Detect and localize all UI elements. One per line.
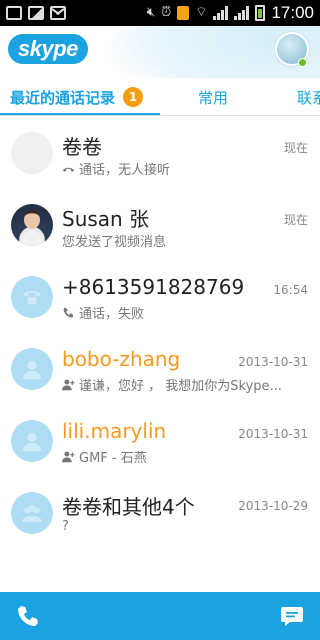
timestamp: 现在 [283, 141, 308, 155]
group-avatar-icon [21, 504, 43, 523]
tab-recent[interactable]: 最近的通话记录 1 [10, 78, 144, 115]
phone-icon [18, 606, 38, 626]
new-chat-button[interactable] [276, 600, 308, 632]
list-item[interactable]: Susan 张 现在 您发送了视频消息 [0, 189, 320, 261]
call-button[interactable] [12, 600, 44, 632]
timestamp: 16:54 [273, 283, 308, 297]
last-activity: 通话，失败 [62, 303, 144, 322]
list-item[interactable]: lili.marylin 2013-10-31 GMF - 石燕 [0, 405, 320, 477]
last-activity-text: 通话，失败 [79, 307, 145, 322]
last-activity-text: ? [62, 519, 69, 534]
person-avatar-icon [22, 360, 42, 380]
last-activity-text: 您发送了视频消息 [62, 235, 167, 250]
contact-name: Susan 张 [62, 207, 150, 231]
list-item[interactable]: +8613591828769 16:54 通话，失败 [0, 261, 320, 333]
contact-name: 卷卷和其他4个 [62, 495, 195, 519]
last-activity: GMF - 石燕 [62, 447, 147, 466]
clock: 17:00 [271, 3, 314, 22]
contact-request-icon [62, 379, 75, 391]
timestamp: 现在 [283, 213, 308, 227]
online-status-icon [298, 58, 307, 67]
avatar [11, 348, 53, 390]
signal-2-icon [234, 6, 250, 20]
list-item[interactable]: 卷卷和其他4个 2013-10-29 ? [0, 477, 320, 549]
mute-icon: 🔇︎ [146, 5, 156, 20]
signal-icon [213, 6, 229, 20]
contact-name: lili.marylin [62, 419, 167, 443]
status-bar: 🔇︎ ⏰︎ ⌔ 17:00 [0, 0, 320, 26]
tab-contacts[interactable]: 联系人 [297, 78, 320, 115]
notification-icon [6, 6, 22, 20]
missed-call-icon [62, 167, 75, 172]
avatar [11, 420, 53, 462]
last-activity: 通话，无人接听 [62, 159, 170, 178]
bottom-action-bar [0, 592, 320, 640]
contact-name: bobo-zhang [62, 347, 181, 371]
active-tab-indicator [0, 113, 160, 115]
tab-recent-label: 最近的通话记录 [10, 88, 116, 107]
last-activity: 您发送了视频消息 [62, 231, 166, 250]
contact-name: 卷卷 [62, 135, 102, 159]
timestamp: 2013-10-31 [238, 355, 308, 369]
tab-favorites[interactable]: 常用 [198, 78, 229, 115]
contact-request-icon [62, 451, 75, 463]
timestamp: 2013-10-29 [238, 499, 308, 513]
unread-badge: 1 [123, 87, 144, 107]
avatar [11, 204, 53, 246]
recent-conversations-list: 卷卷 现在 通话，无人接听 Susan 张 现在 您发送了视频消息 +86135… [0, 117, 320, 549]
tab-contacts-label: 联系人 [297, 88, 320, 107]
last-activity-text: GMF - 石燕 [79, 451, 147, 466]
last-activity: 谨谦，您好 ， 我想加你为Skype... [62, 375, 282, 394]
profile-photo [21, 210, 43, 244]
wifi-icon: ⌔ [195, 5, 208, 20]
call-failed-icon [63, 307, 74, 318]
mail-icon [50, 6, 66, 20]
image-notification-icon [28, 6, 44, 20]
timestamp: 2013-10-31 [238, 427, 308, 441]
avatar [11, 132, 53, 174]
avatar [11, 492, 53, 534]
last-activity: ? [62, 519, 69, 534]
tab-favorites-label: 常用 [198, 88, 229, 107]
avatar [11, 276, 53, 318]
app-header: skype [0, 26, 320, 78]
contact-name: +8613591828769 [62, 275, 245, 299]
tab-bar: 最近的通话记录 1 常用 联系人 [0, 78, 320, 116]
chat-bubble-icon [281, 607, 303, 626]
last-activity-text: 通话，无人接听 [79, 163, 171, 178]
app-notification-icon [177, 6, 190, 20]
list-item[interactable]: bobo-zhang 2013-10-31 谨谦，您好 ， 我想加你为Skype… [0, 333, 320, 405]
person-avatar-icon [22, 432, 42, 452]
list-item[interactable]: 卷卷 现在 通话，无人接听 [0, 117, 320, 189]
alarm-icon: ⏰︎ [161, 5, 172, 20]
phone-avatar-icon [22, 290, 42, 305]
skype-logo: skype [8, 34, 88, 64]
battery-icon [255, 5, 266, 21]
last-activity-text: 谨谦，您好 ， 我想加你为Skype... [79, 379, 282, 394]
